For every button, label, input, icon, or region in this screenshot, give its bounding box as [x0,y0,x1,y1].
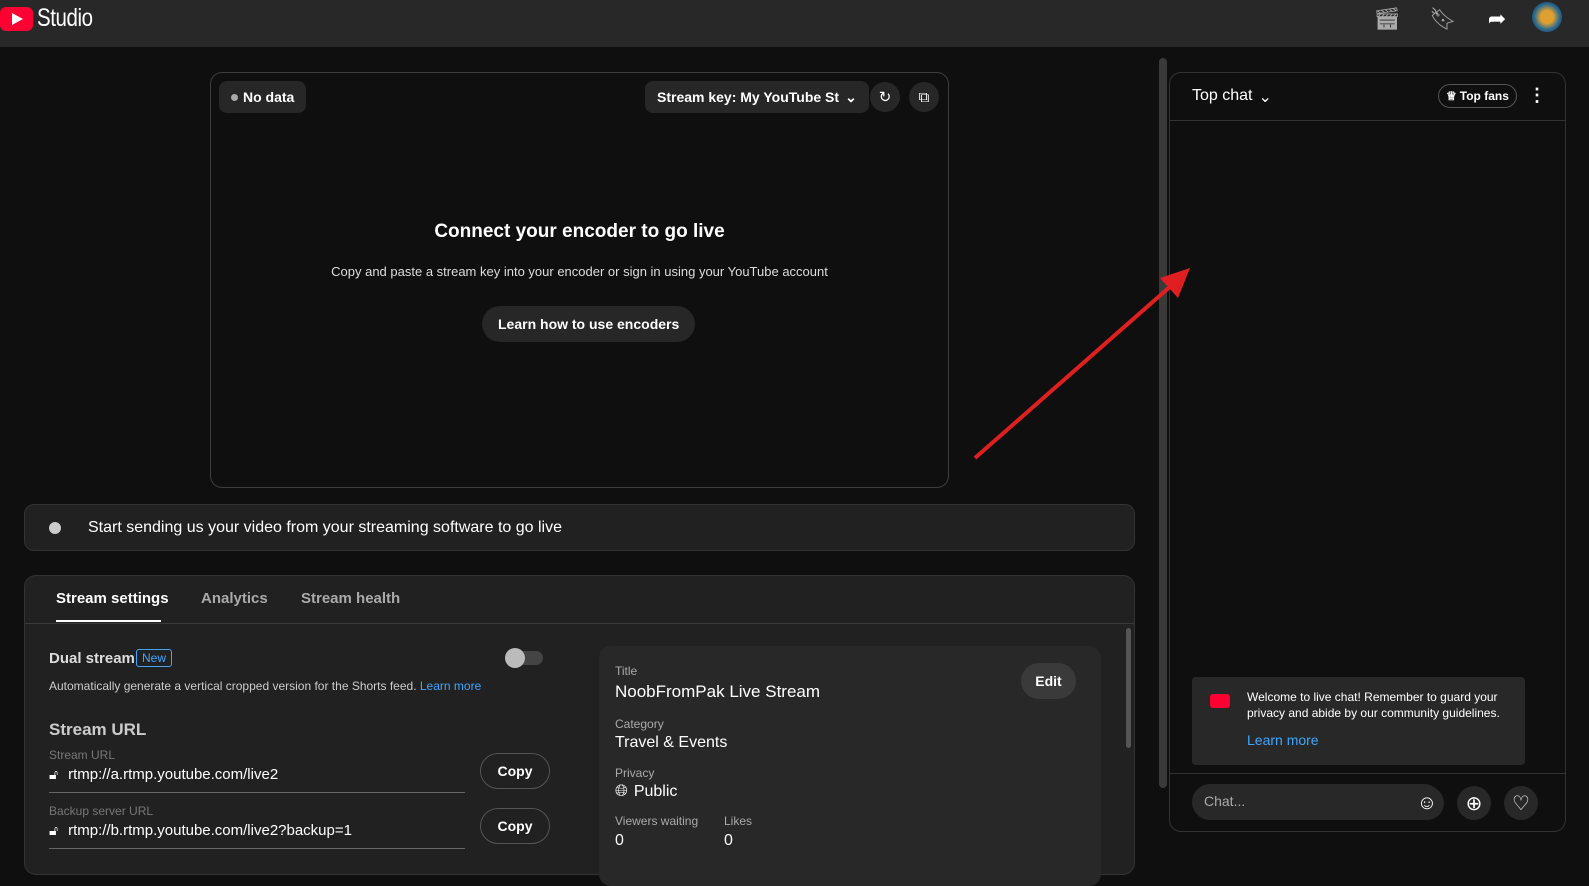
arrow-shaft [973,283,1174,460]
red-arrow-annotation [973,268,1190,460]
